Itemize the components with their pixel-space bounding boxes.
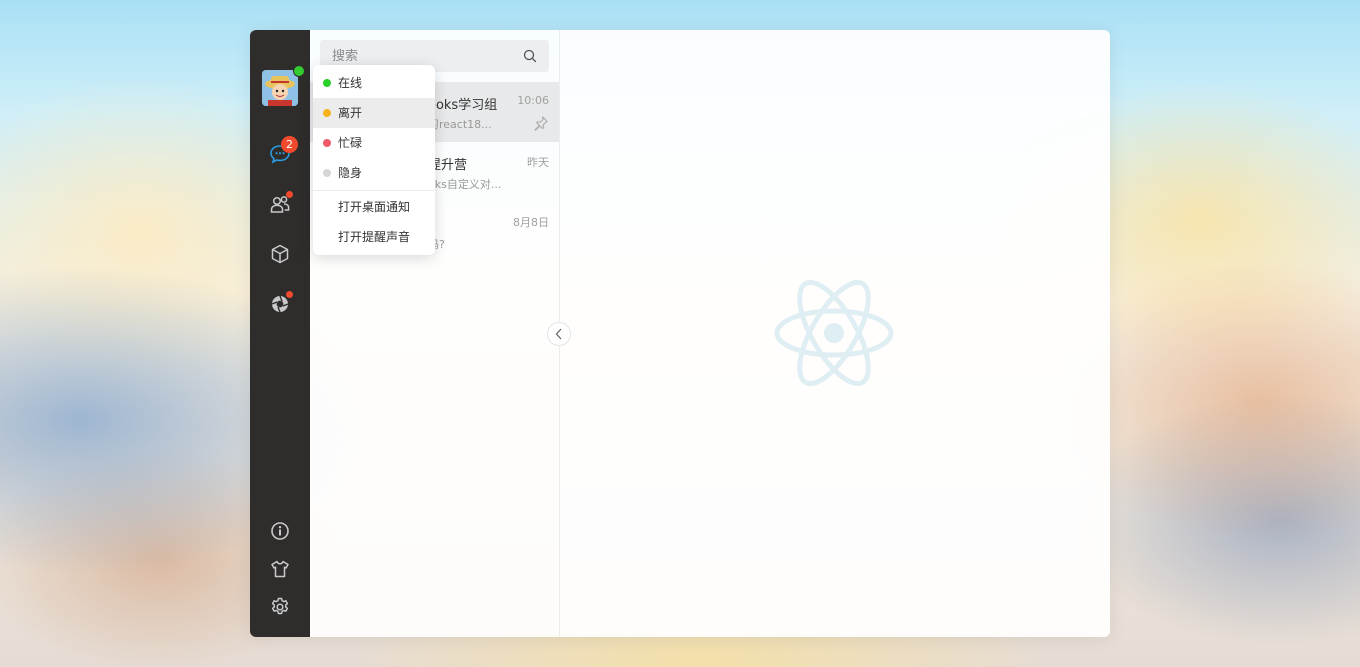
contacts-notify-dot bbox=[286, 191, 293, 198]
session-time: 昨天 bbox=[527, 156, 549, 169]
chevron-left-icon bbox=[555, 328, 562, 340]
status-label: 忙碌 bbox=[338, 136, 363, 150]
menu-action-label: 打开提醒声音 bbox=[338, 230, 411, 244]
collapse-list-button[interactable] bbox=[547, 322, 571, 346]
status-online-item[interactable]: 在线 bbox=[313, 68, 435, 98]
session-time: 10:06 bbox=[517, 94, 549, 107]
status-dot bbox=[323, 139, 331, 147]
menu-divider bbox=[313, 190, 435, 191]
moments-notify-dot bbox=[286, 291, 293, 298]
avatar[interactable] bbox=[262, 70, 298, 106]
session-preview: 习react18... bbox=[428, 118, 492, 131]
session-preview: oks自定义对... bbox=[428, 178, 502, 191]
desktop-notification-toggle[interactable]: 打开桌面通知 bbox=[313, 192, 435, 222]
info-icon bbox=[271, 522, 289, 540]
online-status-dot bbox=[293, 65, 305, 77]
avatar-image bbox=[262, 70, 298, 106]
sidebar-nav: 2 bbox=[250, 30, 310, 637]
cube-icon bbox=[271, 244, 289, 264]
status-menu: 在线 离开 忙碌 隐身 打开桌面通知 打开提醒声音 bbox=[313, 65, 435, 255]
nav-apps-button[interactable] bbox=[266, 240, 294, 268]
status-dot bbox=[323, 79, 331, 87]
status-label: 离开 bbox=[338, 106, 363, 120]
about-button[interactable] bbox=[266, 517, 294, 545]
session-title: ooks学习组 bbox=[428, 98, 498, 113]
settings-button[interactable] bbox=[266, 593, 294, 621]
menu-action-label: 打开桌面通知 bbox=[338, 200, 411, 214]
settings-icon bbox=[271, 597, 289, 615]
skin-button[interactable] bbox=[266, 555, 294, 583]
pin-icon[interactable] bbox=[533, 115, 549, 131]
search-icon[interactable] bbox=[523, 49, 537, 63]
unread-badge: 2 bbox=[281, 136, 298, 153]
session-time: 8月8日 bbox=[513, 216, 549, 229]
notification-sound-toggle[interactable]: 打开提醒声音 bbox=[313, 222, 435, 252]
status-label: 隐身 bbox=[338, 166, 363, 180]
main-content bbox=[560, 30, 1110, 637]
status-invisible-item[interactable]: 隐身 bbox=[313, 158, 435, 188]
status-dot bbox=[323, 169, 331, 177]
status-busy-item[interactable]: 忙碌 bbox=[313, 128, 435, 158]
status-away-item[interactable]: 离开 bbox=[313, 98, 435, 128]
react-logo-icon bbox=[774, 279, 894, 387]
shirt-icon bbox=[271, 560, 289, 578]
status-dot bbox=[323, 109, 331, 117]
status-label: 在线 bbox=[338, 76, 363, 90]
